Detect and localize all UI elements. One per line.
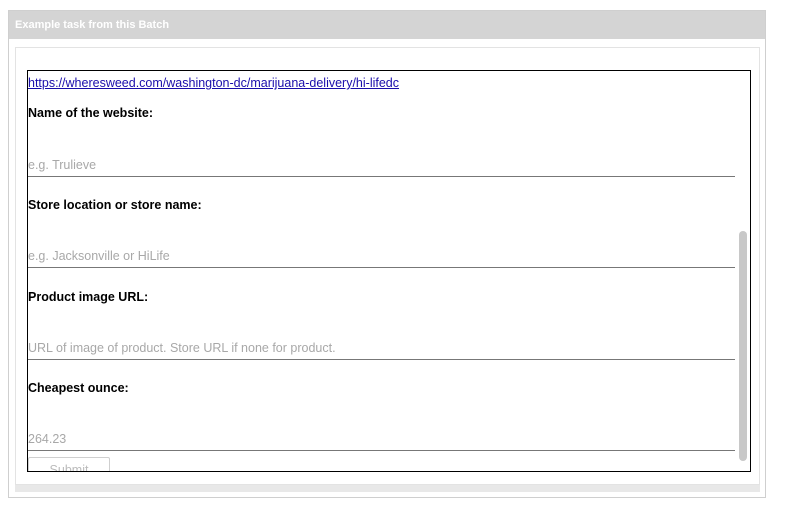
cheapest-ounce-input[interactable] xyxy=(28,428,735,451)
scrollbar[interactable] xyxy=(736,71,750,471)
product-image-url-input[interactable] xyxy=(28,337,735,360)
task-link[interactable]: https://wheresweed.com/washington-dc/mar… xyxy=(28,76,399,90)
website-name-label: Name of the website: xyxy=(28,106,154,120)
submit-button[interactable]: Submit xyxy=(28,457,110,471)
task-iframe: https://wheresweed.com/washington-dc/mar… xyxy=(27,70,751,472)
cheapest-ounce-label: Cheapest ounce: xyxy=(28,381,129,395)
panel-header: Example task from this Batch xyxy=(9,11,765,39)
store-location-input[interactable] xyxy=(28,245,735,268)
store-location-label: Store location or store name: xyxy=(28,198,202,212)
website-name-input[interactable] xyxy=(28,154,735,177)
product-image-url-label: Product image URL: xyxy=(28,290,149,304)
panel-title: Example task from this Batch xyxy=(15,19,170,31)
panel-footer-strip xyxy=(15,485,760,492)
scrollbar-thumb[interactable] xyxy=(739,231,747,461)
